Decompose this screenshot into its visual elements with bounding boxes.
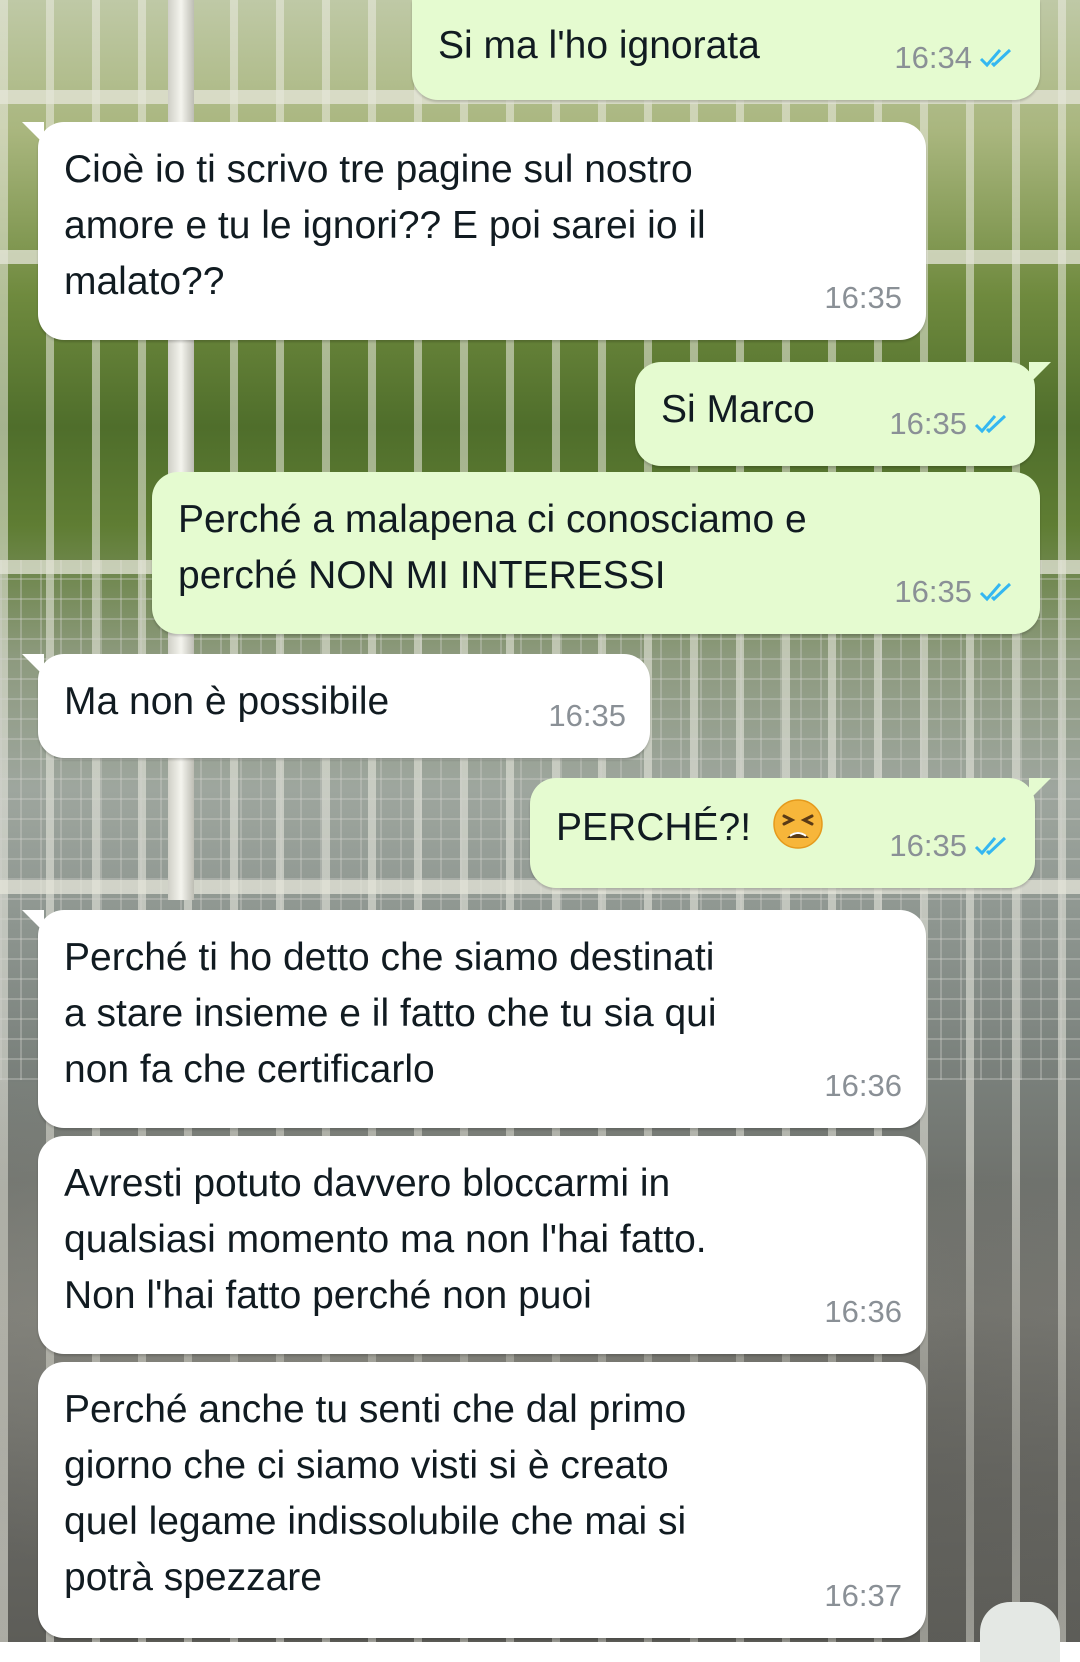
message-time: 16:34 (894, 40, 972, 75)
message-time: 16:36 (824, 1068, 902, 1103)
message-time: 16:36 (824, 1294, 902, 1329)
message-meta: 16:35 (889, 396, 1011, 452)
message-bubble-outgoing[interactable]: PERCHÉ?! 16:35 (530, 778, 1051, 888)
message-bubble-incoming[interactable]: Perché anche tu senti che dal primo gior… (38, 1362, 926, 1638)
message-meta: 16:35 (894, 564, 1016, 620)
message-time: 16:35 (548, 698, 626, 733)
message-meta: 16:36 (824, 1058, 902, 1114)
message-time: 16:35 (824, 280, 902, 315)
message-time: 16:35 (889, 406, 967, 441)
message-text: Perché ti ho detto che siamo destinati a… (64, 936, 717, 1091)
message-list[interactable]: Si ma l'ho ignorata 16:34 Cioè io ti scr… (0, 0, 1080, 1662)
message-bubble-incoming[interactable]: Ma non è possibile 16:35 (22, 654, 650, 758)
message-text: Avresti potuto davvero bloccarmi in qual… (64, 1162, 707, 1317)
read-receipt-icon (974, 836, 1007, 856)
message-meta: 16:35 (889, 818, 1011, 874)
message-time: 16:35 (889, 828, 967, 863)
message-text: Cioè io ti scrivo tre pagine sul nostro … (64, 148, 706, 303)
message-meta: 16:36 (824, 1284, 902, 1340)
message-text: PERCHÉ?! (556, 806, 752, 849)
message-meta: 16:37 (824, 1568, 902, 1624)
message-text: Perché a malapena ci conosciamo e perché… (178, 498, 807, 597)
message-text: Ma non è possibile (64, 680, 390, 723)
tired-face-emoji-icon (773, 799, 823, 849)
message-meta: 16:34 (894, 30, 1016, 86)
message-time: 16:37 (824, 1578, 902, 1613)
read-receipt-icon (974, 414, 1007, 434)
message-bubble-outgoing[interactable]: Perché a malapena ci conosciamo e perché… (152, 472, 1040, 634)
message-text: Si ma l'ho ignorata (438, 24, 760, 67)
message-text: Si Marco (661, 388, 815, 431)
message-text: Perché anche tu senti che dal primo gior… (64, 1388, 687, 1599)
message-meta: 16:35 (824, 270, 902, 326)
message-bubble-outgoing[interactable]: Si ma l'ho ignorata 16:34 (412, 0, 1040, 100)
read-receipt-icon (979, 48, 1012, 68)
scroll-to-bottom-button[interactable] (980, 1602, 1060, 1662)
message-meta: 16:35 (548, 688, 626, 744)
message-time: 16:35 (894, 574, 972, 609)
read-receipt-icon (979, 582, 1012, 602)
message-bubble-incoming[interactable]: Perché ti ho detto che siamo destinati a… (22, 910, 926, 1128)
message-bubble-outgoing[interactable]: Si Marco 16:35 (635, 362, 1051, 466)
message-bubble-incoming[interactable]: Cioè io ti scrivo tre pagine sul nostro … (22, 122, 926, 340)
message-bubble-incoming[interactable]: Avresti potuto davvero bloccarmi in qual… (38, 1136, 926, 1354)
